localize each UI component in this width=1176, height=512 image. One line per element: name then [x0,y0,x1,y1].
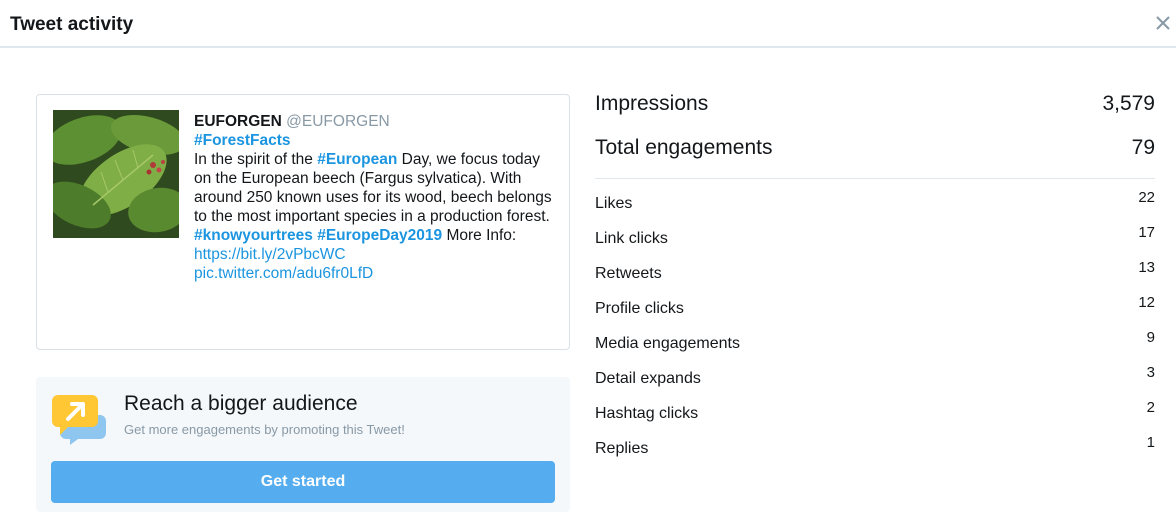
author-handle[interactable]: @EUFORGEN [286,113,390,130]
tweet-text-part3: More Info: [442,227,517,244]
metric-value: 12 [1138,294,1155,311]
promote-panel: Reach a bigger audience Get more engagem… [36,377,570,512]
tweet-card: EUFORGEN @EUFORGEN #ForestFacts In the s… [36,94,570,350]
metric-value: 1 [1146,434,1155,451]
metric-row-profile-clicks[interactable]: Profile clicks 12 [595,284,1155,319]
metric-label: Media engagements [595,335,740,352]
close-button[interactable] [1150,10,1176,36]
hashtag-knowyourtrees[interactable]: #knowyourtrees [194,227,313,244]
get-started-button[interactable]: Get started [51,461,555,503]
metric-label: Detail expands [595,370,701,387]
hashtag-forestfacts[interactable]: #ForestFacts [194,132,290,149]
metric-label: Retweets [595,265,662,282]
promote-subtitle: Get more engagements by promoting this T… [124,422,405,437]
author-name[interactable]: EUFORGEN [194,113,282,130]
promote-icon [52,393,108,445]
promote-title: Reach a bigger audience [124,392,358,415]
metric-label: Link clicks [595,230,668,247]
speech-bubble-arrow-icon [52,395,106,445]
tweet-text: In the spirit of the #European Day, we f… [194,150,554,283]
metric-value: 2 [1146,399,1155,416]
close-icon [1156,16,1170,30]
metric-row-detail-expands[interactable]: Detail expands 3 [595,354,1155,389]
metric-label: Replies [595,440,649,457]
metric-value: 3 [1146,364,1155,381]
metric-value: 17 [1138,224,1155,241]
metric-label: Likes [595,195,633,212]
impressions-row: Impressions 3,579 [595,85,1155,129]
metric-row-retweets[interactable]: Retweets 13 [595,249,1155,284]
total-engagements-label: Total engagements [595,136,773,159]
tweet-text-part1: In the spirit of the [194,151,318,168]
impressions-value: 3,579 [1102,92,1155,115]
beech-leaves-image [53,110,179,238]
modal-title: Tweet activity [10,14,134,35]
metric-value: 13 [1138,259,1155,276]
hashtag-europeday2019[interactable]: #EuropeDay2019 [317,227,442,244]
metric-row-likes[interactable]: Likes 22 [595,179,1155,214]
metric-value: 22 [1138,189,1155,206]
hashtag-european[interactable]: #European [317,151,397,168]
metrics-panel: Impressions 3,579 Total engagements 79 L… [595,85,1155,459]
impressions-label: Impressions [595,92,709,115]
metric-row-replies[interactable]: Replies 1 [595,424,1155,459]
metric-label: Hashtag clicks [595,405,699,422]
tweet-url-link[interactable]: https://bit.ly/2vPbcWC [194,246,346,263]
metric-row-media-engagements[interactable]: Media engagements 9 [595,319,1155,354]
total-engagements-row: Total engagements 79 [595,129,1155,165]
metric-value: 9 [1146,329,1155,346]
tweet-pic-link[interactable]: pic.twitter.com/adu6fr0LfD [194,265,373,282]
metric-row-hashtag-clicks[interactable]: Hashtag clicks 2 [595,389,1155,424]
metric-label: Profile clicks [595,300,684,317]
modal-header: Tweet activity [0,0,1176,48]
tweet-photo[interactable] [53,110,179,238]
metric-row-link-clicks[interactable]: Link clicks 17 [595,214,1155,249]
total-engagements-value: 79 [1131,136,1155,159]
tweet-body: EUFORGEN @EUFORGEN #ForestFacts In the s… [194,112,554,283]
